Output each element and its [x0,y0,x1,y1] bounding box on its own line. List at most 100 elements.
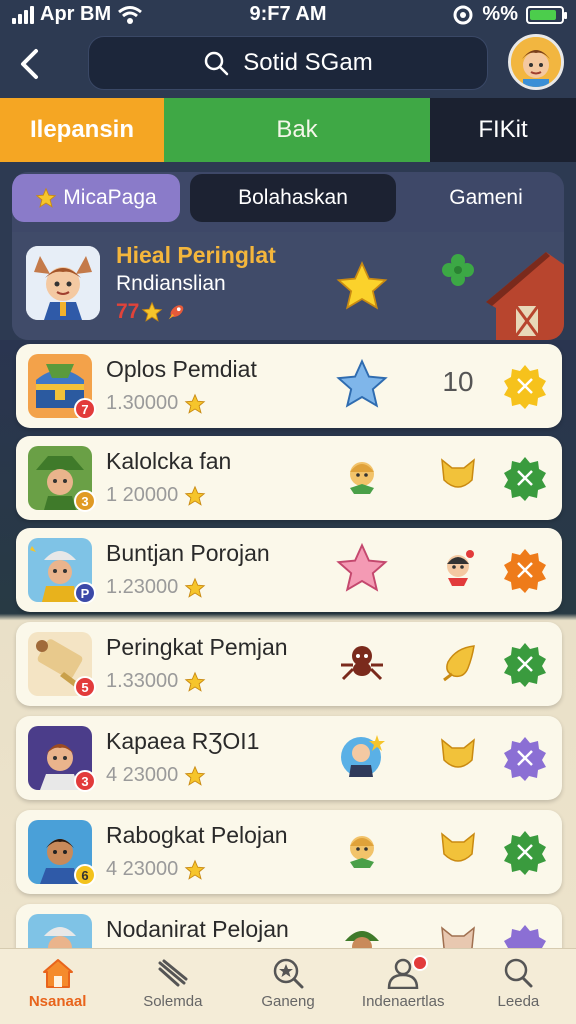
leaderboard-panel: MicaPaga Bolahaskan Gameni Hieal Peringl… [12,172,564,340]
gold-cat-icon [430,728,486,784]
search-icon [505,958,533,988]
ninja-icon [430,540,486,596]
search-text: Sotid SGam [243,49,373,76]
star-icon [184,671,206,692]
nav-home[interactable]: Nsanaal [0,949,115,1024]
action-badge-icon[interactable] [502,735,548,781]
astronaut-icon [334,728,390,784]
hero-score: 77 [116,300,187,324]
action-badge-icon[interactable] [502,363,548,409]
tab-fikit[interactable]: FIKit [430,98,576,162]
hero-title: Hieal Peringlat [116,242,276,268]
rank-badge: 3 [74,490,96,512]
player-score: 1 20000 [106,484,206,507]
profile-avatar[interactable] [508,34,564,90]
player-score: 4 23000 [106,764,206,787]
star-icon [184,577,206,598]
action-badge-icon[interactable] [502,829,548,875]
list-item[interactable]: 5 Peringkat Pemjan 1.33000 [16,622,562,706]
nav-leeda[interactable]: Leeda [461,949,576,1024]
character-icon [334,448,390,504]
player-name: Kapaea RƷOI1 [106,728,260,754]
score-value: 1.23000 [106,576,179,598]
player-score: 1.33000 [106,670,206,693]
score-value: 4 23000 [106,858,179,880]
notification-dot [411,955,428,971]
action-badge-icon[interactable] [502,547,548,593]
barn-illustration [486,252,564,340]
list-item[interactable]: 7 Oplos Pemdiat 1.30000 10 [16,344,562,428]
gold-cat-icon [430,448,486,504]
nav-label: Nsanaal [28,993,87,1010]
segment-micapaga[interactable]: MicaPaga [12,174,180,222]
action-badge-icon[interactable] [502,455,548,501]
hero-avatar [26,246,100,320]
back-button[interactable] [14,44,44,84]
bottom-navigation: Nsanaal Solemda Ganeng Indenaertlas Leed… [0,948,576,1024]
search-bar[interactable]: Sotid SGam [88,36,488,90]
star-icon [184,765,206,786]
clover-icon [442,254,474,286]
top-player-card[interactable]: Hieal Peringlat Rndianslian 77 [12,232,564,340]
status-bar: Apr BM 9:F7 AM %% [0,0,576,30]
rank-badge: P [74,582,96,604]
pink-star-icon [334,540,390,596]
top-tab-bar: Ilepansin Bak FIKit [0,98,576,162]
fox-character-icon [26,246,100,320]
star-icon [184,485,206,506]
player-name: Nodanirat Pelojan [106,916,289,942]
score-value: 1 20000 [106,484,179,506]
action-badge-icon[interactable] [502,641,548,687]
segment-control: MicaPaga Bolahaskan Gameni [12,174,564,224]
rank-badge: 5 [74,676,96,698]
tab-bak[interactable]: Bak [164,98,430,162]
star-icon [142,301,163,322]
player-name: Kalolcka fan [106,448,232,474]
spider-icon [334,634,390,690]
header: Sotid SGam [0,30,576,98]
score-value: 1.33000 [106,670,179,692]
rocket-icon [169,305,184,320]
blue-star-icon [334,356,390,412]
battery-icon [526,5,567,24]
nav-solemda[interactable]: Solemda [115,949,230,1024]
nav-ganeng[interactable]: Ganeng [230,949,345,1024]
score-value: 1.30000 [106,392,179,414]
home-icon [42,959,73,988]
list-item[interactable]: 3 Kalolcka fan 1 20000 [16,436,562,520]
nav-label: Indenaertlas [361,993,445,1010]
list-item[interactable]: 6 Rabogkat Pelojan 4 23000 [16,810,562,894]
segment-label: MicaPaga [63,186,157,209]
gold-cat-icon [430,822,486,878]
search-icon [205,51,229,76]
player-name: Peringkat Pemjan [106,634,288,660]
segment-bolahaskan[interactable]: Bolahaskan [190,174,396,222]
player-score: 1.23000 [106,576,206,599]
nav-label: Solemda [143,993,203,1010]
segment-gameni[interactable]: Gameni [408,174,564,222]
player-name: Buntjan Porojan [106,540,270,566]
rank-badge: 7 [74,398,96,420]
back-arrow-icon [21,49,38,79]
row-value: 10 [442,366,474,397]
list-item[interactable]: 3 Kapaea RƷOI1 4 23000 [16,716,562,800]
search-star-icon [273,958,304,989]
sync-icon [453,5,473,24]
rank-badge: 6 [74,864,96,886]
nav-label: Ganeng [261,993,315,1010]
avatar-face-icon [511,37,561,87]
nav-label: Leeda [497,993,540,1010]
character-icon [334,822,390,878]
star-icon [184,393,206,414]
list-item[interactable]: P Buntjan Porojan 1.23000 [16,528,562,612]
tab-ilepansin[interactable]: Ilepansin [0,98,164,162]
hero-subtitle: Rndianslian [116,272,226,295]
hero-score-value: 77 [116,300,140,323]
nav-indenaertlas[interactable]: Indenaertlas [346,949,461,1024]
star-icon [35,187,57,208]
player-score: 1.30000 [106,392,206,415]
rank-badge: 3 [74,770,96,792]
player-score: 4 23000 [106,858,206,881]
star-icon [184,859,206,880]
player-name: Oplos Pemdiat [106,356,257,382]
